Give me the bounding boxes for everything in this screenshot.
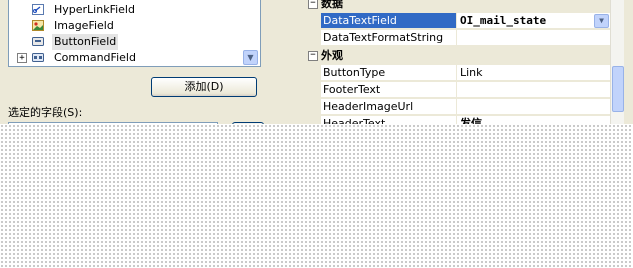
property-value[interactable]: OI_mail_state ▼	[457, 13, 610, 29]
selected-fields-list[interactable]	[8, 122, 218, 124]
image-field-icon	[32, 20, 44, 31]
add-button[interactable]: 添加(D)	[151, 77, 257, 97]
selected-fields-label: 选定的字段(S):	[8, 106, 83, 119]
property-row-buttontype[interactable]: ButtonType Link	[305, 65, 610, 82]
property-name: DataTextField	[321, 13, 456, 29]
collapse-icon[interactable]: −	[308, 0, 318, 9]
dropdown-arrow-icon[interactable]: ▼	[594, 14, 609, 28]
tree-item-label: ImageField	[54, 19, 114, 32]
tree-item-label: ButtonField	[52, 34, 119, 50]
property-value[interactable]: 发信	[457, 116, 610, 124]
property-name: ButtonType	[321, 65, 456, 81]
property-name: FooterText	[321, 82, 456, 98]
category-data[interactable]: − 数据	[305, 0, 610, 12]
property-grid-scrollbar[interactable]	[610, 0, 624, 124]
property-row-headertext[interactable]: HeaderText 发信	[305, 116, 610, 124]
property-value[interactable]	[457, 99, 610, 115]
property-value[interactable]	[457, 82, 610, 98]
tree-item-label: CommandField	[54, 51, 136, 64]
fields-dialog: HyperLinkField ImageField ButtonField + …	[0, 0, 633, 124]
category-appearance[interactable]: − 外观	[305, 48, 610, 64]
expand-icon[interactable]: +	[17, 53, 27, 63]
available-fields-tree[interactable]: HyperLinkField ImageField ButtonField + …	[8, 0, 261, 67]
button-field-icon	[32, 36, 44, 47]
collapse-icon[interactable]: −	[308, 51, 318, 61]
property-name: HeaderImageUrl	[321, 99, 456, 115]
property-row-headerimageurl[interactable]: HeaderImageUrl	[305, 99, 610, 116]
property-value[interactable]	[457, 30, 610, 46]
property-grid[interactable]: − 数据 DataTextField OI_mail_state ▼ DataT…	[305, 0, 624, 124]
tree-item-label: HyperLinkField	[54, 3, 135, 16]
category-title: 外观	[321, 49, 343, 62]
property-value[interactable]: Link	[457, 65, 610, 81]
hyperlink-field-icon	[32, 4, 44, 15]
property-row-datatextformatstring[interactable]: DataTextFormatString	[305, 30, 610, 47]
property-name: DataTextFormatString	[321, 30, 456, 46]
scroll-down-button[interactable]: ▼	[243, 50, 258, 65]
command-field-icon	[32, 52, 44, 63]
category-title: 数据	[321, 0, 343, 10]
scrollbar-thumb[interactable]	[612, 66, 624, 112]
property-row-datatextfield[interactable]: DataTextField OI_mail_state ▼	[305, 13, 610, 30]
move-up-button[interactable]	[232, 122, 264, 124]
property-row-footertext[interactable]: FooterText	[305, 82, 610, 99]
property-value-text: OI_mail_state	[460, 14, 547, 27]
property-name: HeaderText	[321, 116, 456, 124]
